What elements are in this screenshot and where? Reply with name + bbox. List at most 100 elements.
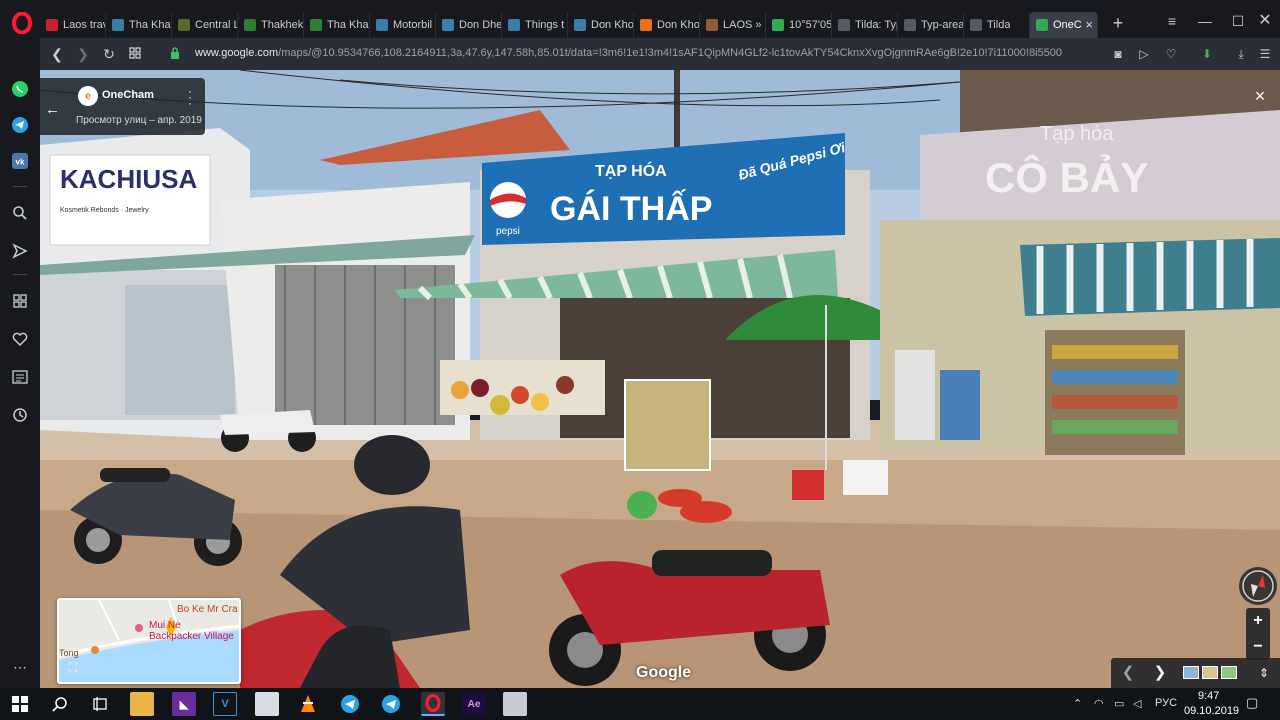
send-icon[interactable]: ▷ bbox=[1135, 45, 1153, 63]
expand-map-icon[interactable]: ⛶ bbox=[66, 660, 80, 674]
opera-sidebar: vk ⋯ bbox=[0, 46, 40, 688]
kachiusa-sign-subtext: Kosmetik Rebonds · Jewelry bbox=[60, 207, 149, 214]
reload-icon[interactable]: ↻ bbox=[100, 45, 118, 63]
clock-time[interactable]: 9:47 bbox=[1198, 690, 1219, 702]
display-cabinet bbox=[624, 379, 711, 471]
language-indicator[interactable]: РУС bbox=[1155, 697, 1177, 709]
gai-thap-sign-name: GÁI THẤP bbox=[550, 190, 712, 228]
after-effects-icon[interactable]: Ae bbox=[462, 692, 486, 716]
browser-tab[interactable]: Laos trav bbox=[40, 12, 106, 38]
browser-tab[interactable]: Central L bbox=[172, 12, 238, 38]
lock-icon[interactable] bbox=[170, 47, 180, 59]
browser-tab[interactable]: Motorbil bbox=[370, 12, 436, 38]
clock-date[interactable]: 09.10.2019 bbox=[1184, 705, 1239, 717]
maximize-icon[interactable]: ☐ bbox=[1229, 12, 1247, 30]
visual-studio-icon[interactable]: ◣ bbox=[172, 692, 196, 716]
red-stool bbox=[792, 470, 824, 500]
opera-menu-icon[interactable] bbox=[12, 12, 32, 34]
previous-photo-icon[interactable]: ❮ bbox=[1117, 662, 1139, 684]
telegram-icon[interactable] bbox=[379, 692, 403, 716]
photo-thumbnail[interactable] bbox=[1202, 666, 1218, 679]
tab-label: Things t bbox=[525, 19, 565, 31]
downloads-icon[interactable]: ⤓ bbox=[1232, 45, 1250, 63]
photo-thumbnail[interactable] bbox=[1221, 666, 1237, 679]
history-icon[interactable] bbox=[11, 406, 29, 424]
document-app-icon[interactable] bbox=[255, 692, 279, 716]
easy-setup-icon[interactable]: ☰ bbox=[1256, 45, 1274, 63]
browser-tab[interactable]: Tilda bbox=[964, 12, 1030, 38]
more-vert-icon[interactable]: · · · bbox=[186, 85, 194, 109]
forward-icon[interactable]: ❯ bbox=[74, 45, 92, 63]
close-window-icon[interactable]: ✕ bbox=[1256, 12, 1274, 30]
browser-tab[interactable]: Don Dhe bbox=[436, 12, 502, 38]
photo-thumbnail[interactable] bbox=[1183, 666, 1199, 679]
heart-icon[interactable]: ♡ bbox=[1162, 45, 1180, 63]
browser-tab[interactable]: Typ-area bbox=[898, 12, 964, 38]
browser-tab[interactable]: Don Kho bbox=[568, 12, 634, 38]
url-field[interactable]: www.google.com/maps/@10.9534766,108.2164… bbox=[195, 47, 1062, 59]
close-tab-icon[interactable]: × bbox=[1085, 17, 1093, 32]
tab-label: Typ-area bbox=[921, 19, 963, 31]
notifications-icon[interactable]: ▢ bbox=[1246, 695, 1258, 711]
vlc-icon[interactable] bbox=[296, 692, 320, 716]
browser-tab[interactable]: Don Kho bbox=[634, 12, 700, 38]
telegram-icon[interactable] bbox=[11, 116, 29, 134]
street-view-panorama[interactable]: KACHIUSA Kosmetik Rebonds · Jewelry peps… bbox=[40, 70, 1280, 688]
app-window-icon[interactable] bbox=[503, 692, 527, 716]
tab-menu-icon[interactable]: ≡ bbox=[1163, 12, 1181, 30]
extension-download-icon[interactable]: ⬇ bbox=[1198, 45, 1216, 63]
address-toolbar: ❮ ❯ ↻ www.google.com/maps/@10.9534766,10… bbox=[40, 38, 1280, 70]
battery-icon[interactable]: ▭ bbox=[1114, 697, 1124, 710]
volume-icon[interactable]: ◁ bbox=[1133, 697, 1141, 710]
search-icon[interactable] bbox=[11, 204, 29, 222]
windows-start-icon[interactable] bbox=[8, 692, 32, 716]
bookmarks-heart-icon[interactable] bbox=[11, 330, 29, 348]
next-photo-icon[interactable]: ❯ bbox=[1149, 662, 1171, 684]
map-label: Tong bbox=[59, 648, 79, 658]
browser-tab[interactable]: Tha Khae bbox=[106, 12, 172, 38]
zoom-out-button[interactable]: − bbox=[1246, 634, 1270, 660]
minimize-icon[interactable]: — bbox=[1196, 12, 1214, 30]
vk-icon[interactable]: vk bbox=[11, 152, 29, 170]
more-icon[interactable]: ⋯ bbox=[11, 658, 29, 676]
expand-thumbnails-icon[interactable]: ⇕ bbox=[1253, 662, 1275, 684]
tab-label: OneC bbox=[1053, 19, 1082, 31]
task-view-icon[interactable] bbox=[88, 692, 112, 716]
opera-taskbar-icon[interactable] bbox=[421, 692, 445, 716]
browser-tab[interactable]: Tilda: Typ bbox=[832, 12, 898, 38]
telegram-desktop-icon[interactable] bbox=[338, 692, 362, 716]
camera-icon[interactable]: ◙ bbox=[1109, 45, 1127, 63]
whatsapp-icon[interactable] bbox=[11, 80, 29, 98]
browser-tab[interactable]: 10°57'05 bbox=[766, 12, 832, 38]
place-title[interactable]: OneCham bbox=[102, 89, 154, 101]
flow-icon[interactable] bbox=[11, 242, 29, 260]
search-icon[interactable] bbox=[48, 692, 72, 716]
tab-label: Don Dhe bbox=[459, 19, 501, 31]
tilda-icon bbox=[838, 19, 850, 31]
close-street-view-icon[interactable]: × bbox=[1250, 86, 1270, 106]
show-hidden-icons[interactable]: ⌃ bbox=[1073, 697, 1082, 710]
street-view-viewport[interactable]: KACHIUSA Kosmetik Rebonds · Jewelry peps… bbox=[40, 70, 1280, 688]
kachiusa-window bbox=[125, 285, 235, 415]
v-app-icon[interactable]: V bbox=[213, 692, 237, 716]
tripadvisor-icon bbox=[574, 19, 586, 31]
browser-tab[interactable]: Things t bbox=[502, 12, 568, 38]
speed-dial-icon[interactable] bbox=[11, 292, 29, 310]
new-tab-button[interactable]: + bbox=[1108, 13, 1128, 33]
browser-tab[interactable]: OneC × bbox=[1030, 12, 1098, 38]
zoom-in-button[interactable]: + bbox=[1246, 608, 1270, 634]
browser-tab[interactable]: Tha Khae bbox=[304, 12, 370, 38]
browser-tab[interactable]: Thakhek bbox=[238, 12, 304, 38]
place-date-subtitle[interactable]: Просмотр улиц – апр. 2019 bbox=[76, 115, 202, 126]
back-icon[interactable]: ❮ bbox=[48, 45, 66, 63]
file-explorer-icon[interactable] bbox=[130, 692, 154, 716]
news-icon[interactable] bbox=[11, 368, 29, 386]
tabs-grid-icon[interactable] bbox=[126, 45, 144, 63]
tab-label: Don Kho bbox=[657, 19, 699, 31]
network-icon[interactable]: ◠ bbox=[1094, 697, 1104, 710]
minimap[interactable]: Bo Ke Mr Cra Mui Ne Backpacker Village To… bbox=[57, 598, 241, 684]
compass-icon[interactable] bbox=[1239, 567, 1277, 605]
browser-tab[interactable]: LAOS » I bbox=[700, 12, 766, 38]
back-arrow-icon[interactable]: ← bbox=[45, 101, 61, 118]
tab-label: Central L bbox=[195, 19, 237, 31]
